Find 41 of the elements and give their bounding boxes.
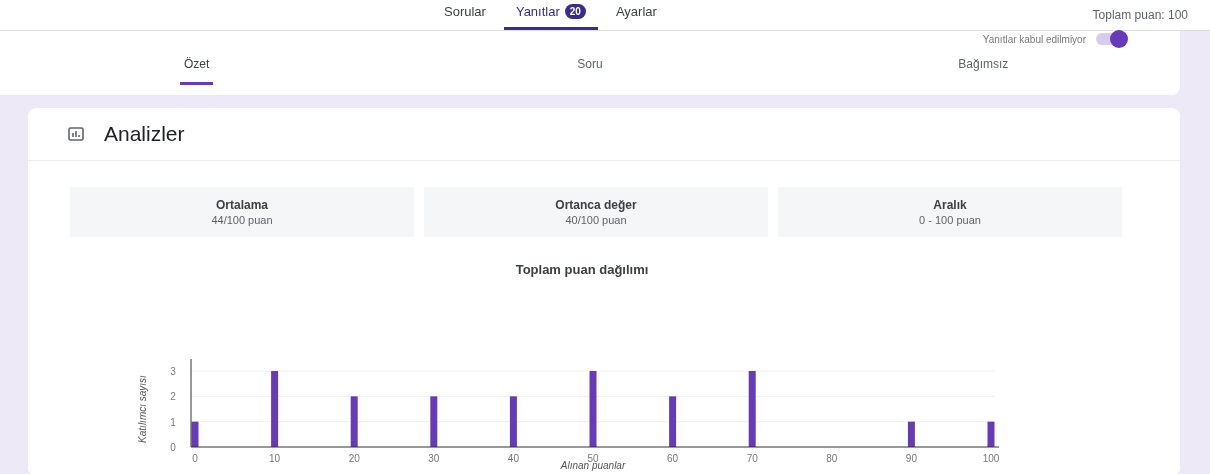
total-points: Toplam puan: 100 (1092, 8, 1188, 22)
axis-tick-label: 0 (170, 442, 176, 453)
axis-tick-label: 1 (170, 416, 176, 428)
tab[interactable]: Ayarlar (603, 4, 669, 30)
stat-label: Aralık (933, 198, 967, 212)
count-badge: 20 (564, 4, 586, 19)
tab[interactable]: Sorular (432, 4, 498, 30)
axis-tick-label: 40 (507, 453, 519, 464)
stat-value: 40/100 puan (565, 214, 627, 226)
tab[interactable]: Bağımsız (954, 47, 1013, 85)
stat-value: 44/100 puan (211, 214, 273, 226)
axis-title: Katılımcı sayısı (137, 375, 148, 443)
axis-tick-label: 50 (587, 453, 599, 464)
axis-tick-label: 3 (170, 366, 176, 377)
chart-title: Toplam puan dağılımı (515, 262, 649, 277)
section-title: Analizler (104, 122, 185, 146)
stat-label: Ortalama (216, 198, 268, 212)
bar (350, 396, 358, 447)
axis-tick-label: 10 (269, 453, 281, 464)
bar (191, 421, 199, 447)
axis-tick-label: 100 (982, 453, 1000, 464)
axis-tick-label: 0 (192, 453, 198, 464)
axis-tick-label: 90 (905, 453, 917, 464)
bar (430, 396, 438, 447)
axis-tick-label: 30 (428, 453, 440, 464)
tab[interactable]: Soru (573, 47, 607, 85)
toggle-switch[interactable] (1096, 33, 1126, 45)
axis-tick-label: 20 (348, 453, 360, 464)
axis-tick-label: 80 (826, 453, 838, 464)
tab[interactable]: Özet (180, 47, 214, 85)
bar (669, 396, 677, 447)
axis-tick-label: 60 (667, 453, 679, 464)
bar (907, 421, 915, 447)
axis-tick-label: 70 (746, 453, 758, 464)
bar (987, 421, 995, 447)
accepting-label: Yanıtlar kabul edilmiyor (982, 33, 1086, 45)
bar (509, 396, 517, 447)
stat-label: Ortanca değer (555, 198, 637, 212)
stat-value: 0 - 100 puan (919, 214, 981, 226)
chart-icon (68, 127, 84, 141)
axis-tick-label: 2 (170, 391, 176, 403)
